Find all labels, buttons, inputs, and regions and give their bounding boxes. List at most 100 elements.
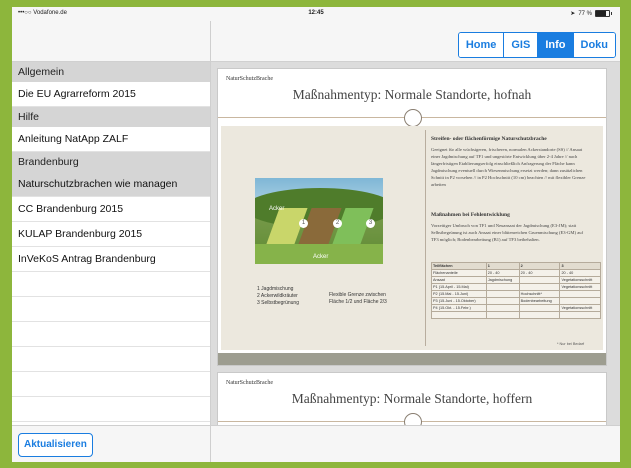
empty-row: [12, 372, 210, 397]
empty-row: [12, 397, 210, 422]
table-cell: P2 (15.Mai - 15.Juni): [431, 290, 487, 298]
column-divider: [425, 130, 426, 346]
section-header-brandenburg: Brandenburg: [12, 152, 210, 172]
table-cell: P4 (15.Okt. - 15.Febr.): [431, 304, 487, 312]
empty-row: [12, 347, 210, 372]
tab-home[interactable]: Home: [458, 33, 504, 57]
table-cell: Vegetationsschnitt: [559, 276, 601, 284]
table-row: P2 (15.Mai - 15.Juni) Hochschnitt*: [431, 290, 601, 298]
table-row: Ansaat Jagdmischung Vegetationsschnitt: [431, 276, 601, 284]
field-photo: 1 2 3 Acker Acker: [255, 178, 383, 264]
table-cell: [485, 297, 520, 305]
tab-doku[interactable]: Doku: [572, 33, 615, 57]
list-item-eu-agrarreform[interactable]: Die EU Agrarreform 2015: [12, 82, 210, 107]
table-cell: Jagdmischung: [485, 276, 520, 284]
slide-title: Maßnahmentyp: Normale Standorte, hoffern: [291, 391, 533, 406]
table-cell: [485, 311, 520, 319]
circle-ornament-icon: [404, 109, 422, 127]
table-cell: Flächenanteile: [431, 269, 487, 277]
table-row: P4 (15.Okt. - 15.Febr.) Vegetationsschnit…: [431, 304, 601, 312]
table-cell: 2: [518, 262, 561, 270]
legend-item: 1 Jagdmischung: [257, 286, 294, 292]
strip-number-3: 3: [366, 219, 375, 228]
sidebar-navbar: [12, 21, 210, 62]
table-cell: [559, 311, 601, 319]
status-right: ➤ 77 %: [570, 10, 612, 17]
legend-item: 3 Selbstbegrünung: [257, 300, 299, 306]
section-header-hilfe: Hilfe: [12, 107, 210, 127]
nav-segmented-control: Home GIS Info Doku: [457, 32, 616, 58]
refresh-button[interactable]: Aktualisieren: [18, 433, 93, 457]
sub-text: Vorzeitiger Umbruch von TF1 und Neuansaa…: [431, 223, 584, 242]
list-item-naturschutzbrachen[interactable]: Naturschutzbrachen wie managen: [12, 172, 210, 197]
list-item-cc-brandenburg[interactable]: CC Brandenburg 2015: [12, 197, 210, 222]
slide-logo: NaturSchutzBrache: [226, 76, 273, 82]
table-cell: P1 (15.April - 15.Mai): [431, 283, 487, 291]
detail-pane: Home GIS Info Doku NaturSchutzBrache Maß…: [211, 21, 620, 462]
table-cell: [485, 304, 520, 312]
document-scroll-view[interactable]: NaturSchutzBrache Maßnahmentyp: Normale …: [211, 62, 620, 426]
empty-row: [12, 322, 210, 347]
table-row: Flächenanteile 20 - 40 20 - 40 20 - 40: [431, 269, 601, 277]
legend-note: Flexible Grenze zwischen: [329, 292, 386, 298]
table-cell: 20 - 40: [518, 269, 561, 277]
slide-title: Maßnahmentyp: Normale Standorte, hofnah: [292, 87, 532, 102]
clock: 12:45: [308, 10, 324, 16]
legend-left: 1 Jagdmischung 2 Ackerwildkräuter 3 Selb…: [257, 286, 299, 307]
empty-row: [12, 272, 210, 297]
legend-note: Fläche 1/2 und Fläche 2/3: [329, 299, 387, 305]
table-cell: [559, 297, 601, 305]
slide-page: NaturSchutzBrache Maßnahmentyp: Normale …: [217, 68, 607, 366]
legend-right: Flexible Grenze zwischen Fläche 1/2 und …: [329, 292, 387, 306]
tab-info[interactable]: Info: [537, 33, 573, 57]
battery-percent: 77 %: [578, 10, 592, 17]
status-bar: •••○○ Vodafone.de 12:45 ➤ 77 %: [12, 7, 620, 21]
table-row: Teilflächen 1 2 3: [431, 262, 601, 270]
table-note: * Nur bei Bedarf: [557, 342, 585, 346]
strip-number-1: 1: [299, 219, 308, 228]
table-cell: [518, 276, 561, 284]
table-cell: [518, 311, 561, 319]
table-cell: Ansaat: [431, 276, 487, 284]
sidebar: Allgemein Die EU Agrarreform 2015 Hilfe …: [12, 21, 211, 462]
table-row: P3 (15.Juni - 15.Oktober) Bodenbearbeitun…: [431, 297, 601, 305]
table-cell: [559, 290, 601, 298]
table-cell: Vegetationsschnitt: [559, 283, 601, 291]
detail-navbar: Home GIS Info Doku: [211, 21, 620, 62]
right-heading: Streifen- oder flächenförmige Naturschut…: [431, 136, 547, 142]
table-cell: Vegetationsschnitt: [559, 304, 601, 312]
table-cell: Teilflächen: [431, 262, 487, 270]
ipad-screen: •••○○ Vodafone.de 12:45 ➤ 77 % Allgemein…: [12, 7, 620, 462]
table-cell: Bodenbearbeitung: [518, 297, 561, 305]
legend-item: 2 Ackerwildkräuter: [257, 293, 298, 299]
table-cell: 20 - 40: [559, 269, 601, 277]
section-header-allgemein: Allgemein: [12, 62, 210, 82]
slide-body: 1 2 3 Acker Acker 1 Jagdmischung 2 Acker…: [221, 126, 603, 350]
strip-number-2: 2: [333, 219, 342, 228]
slide-footer-bar: [218, 353, 606, 365]
sub-heading: Maßnahmen bei Fehlentwicklung: [431, 212, 510, 218]
table-cell: [485, 283, 520, 291]
photo-label-bottom: Acker: [313, 254, 329, 260]
location-arrow-icon: ➤: [570, 11, 576, 17]
table-row: [431, 311, 601, 319]
slide-logo: NaturSchutzBrache: [226, 380, 273, 386]
table-cell: [518, 304, 561, 312]
table-cell: P3 (15.Juni - 15.Oktober): [431, 297, 487, 305]
slide-page: NaturSchutzBrache Maßnahmentyp: Normale …: [217, 372, 607, 426]
battery-icon: [595, 10, 610, 17]
table-cell: 3: [559, 262, 601, 270]
empty-row: [12, 297, 210, 322]
table-cell: [431, 311, 487, 319]
right-text: Geeignet für alle wüchsigeren, frischere…: [431, 147, 586, 187]
table-cell: [485, 290, 520, 298]
list-item-anleitung-natapp[interactable]: Anleitung NatApp ZALF: [12, 127, 210, 152]
sidebar-toolbar: Aktualisieren: [12, 425, 210, 462]
table-cell: [518, 283, 561, 291]
photo-label-top: Acker: [269, 206, 285, 212]
list-item-invekos-antrag[interactable]: InVeKoS Antrag Brandenburg: [12, 247, 210, 272]
tab-gis[interactable]: GIS: [503, 33, 538, 57]
list-item-kulap-brandenburg[interactable]: KULAP Brandenburg 2015: [12, 222, 210, 247]
table-cell: Hochschnitt*: [518, 290, 561, 298]
table-cell: 20 - 40: [485, 269, 520, 277]
